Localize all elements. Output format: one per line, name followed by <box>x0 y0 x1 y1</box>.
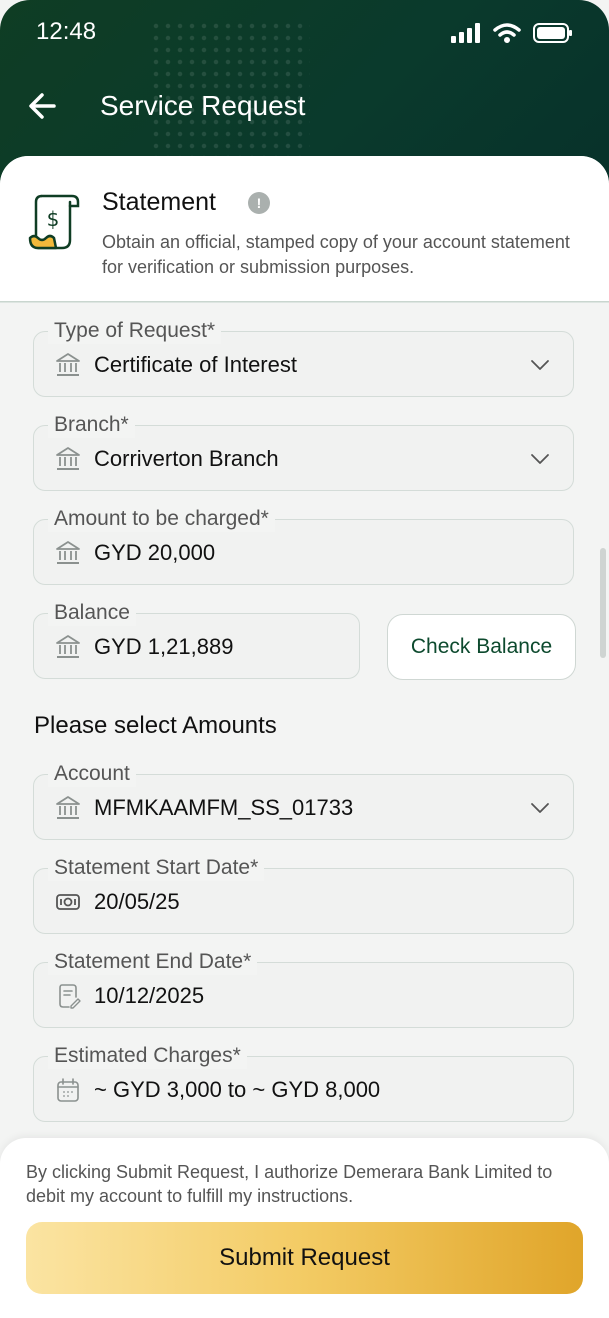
amount-charged-field: Amount to be charged* GYD 20,000 <box>33 506 574 585</box>
footer: By clicking Submit Request, I authorize … <box>0 1138 609 1318</box>
check-balance-button[interactable]: Check Balance <box>387 614 576 680</box>
end-date-value: 10/12/2025 <box>94 983 205 1008</box>
bank-icon <box>56 635 80 658</box>
service-description: Obtain an official, stamped copy of your… <box>102 232 570 277</box>
balance-label: Balance <box>48 600 136 626</box>
service-card: $ Statement ! Obtain an official, stampe… <box>0 156 609 303</box>
start-date-field[interactable]: Statement Start Date* 20/05/25 <box>33 855 574 934</box>
status-time: 12:48 <box>36 18 97 45</box>
start-date-label: Statement Start Date* <box>48 855 265 881</box>
app-bar: Service Request <box>0 80 609 136</box>
type-of-request-value: Certificate of Interest <box>94 352 297 377</box>
amount-charged-label: Amount to be charged* <box>48 506 275 532</box>
signal-icon <box>451 23 480 43</box>
balance-value: GYD 1,21,889 <box>94 634 234 659</box>
branch-value: Corriverton Branch <box>94 446 279 471</box>
status-icons <box>451 22 573 44</box>
account-label: Account <box>48 761 136 787</box>
end-date-field[interactable]: Statement End Date* 10/12/2025 <box>33 949 574 1028</box>
receipt-dollar-icon: $ <box>28 194 80 250</box>
type-of-request-label: Type of Request* <box>48 318 222 344</box>
account-value: MFMKAAMFM_SS_01733 <box>94 795 354 820</box>
section-heading: Please select Amounts <box>34 712 277 739</box>
estimated-charges-label: Estimated Charges* <box>48 1043 247 1069</box>
document-edit-icon <box>59 984 81 1009</box>
estimated-charges-value: ~ GYD 3,000 to ~ GYD 8,000 <box>94 1077 381 1102</box>
disclaimer-text: By clicking Submit Request, I authorize … <box>26 1162 553 1206</box>
end-date-label: Statement End Date* <box>48 949 258 975</box>
submit-request-button[interactable]: Submit Request <box>26 1222 583 1294</box>
wifi-icon <box>493 23 521 43</box>
bank-icon <box>56 796 80 819</box>
chevron-down-icon <box>531 454 549 464</box>
chevron-down-icon <box>531 803 549 813</box>
chevron-down-icon <box>531 360 549 370</box>
branch-label: Branch* <box>48 412 135 438</box>
arrow-left-icon[interactable] <box>24 86 64 126</box>
balance-field: Balance GYD 1,21,889 <box>33 600 360 679</box>
start-date-value: 20/05/25 <box>94 889 180 914</box>
status-bar: 12:48 <box>0 0 609 64</box>
page-title: Service Request <box>100 90 306 121</box>
service-title: Statement <box>102 188 216 216</box>
scrollbar[interactable] <box>600 548 606 658</box>
svg-text:$: $ <box>47 207 60 231</box>
calendar-icon <box>57 1078 79 1102</box>
bank-icon <box>56 447 80 470</box>
info-icon[interactable]: ! <box>248 192 270 214</box>
branch-select[interactable]: Branch* Corriverton Branch <box>33 412 574 491</box>
amount-charged-value: GYD 20,000 <box>94 540 216 565</box>
type-of-request-select[interactable]: Type of Request* Certificate of Interest <box>33 318 574 397</box>
bank-icon <box>56 541 80 564</box>
bank-icon <box>56 353 80 376</box>
estimated-charges-field: Estimated Charges* ~ GYD 3,000 to ~ GYD … <box>33 1043 574 1122</box>
cash-icon <box>56 894 80 910</box>
account-select[interactable]: Account MFMKAAMFM_SS_01733 <box>33 761 574 840</box>
battery-icon <box>533 23 572 43</box>
